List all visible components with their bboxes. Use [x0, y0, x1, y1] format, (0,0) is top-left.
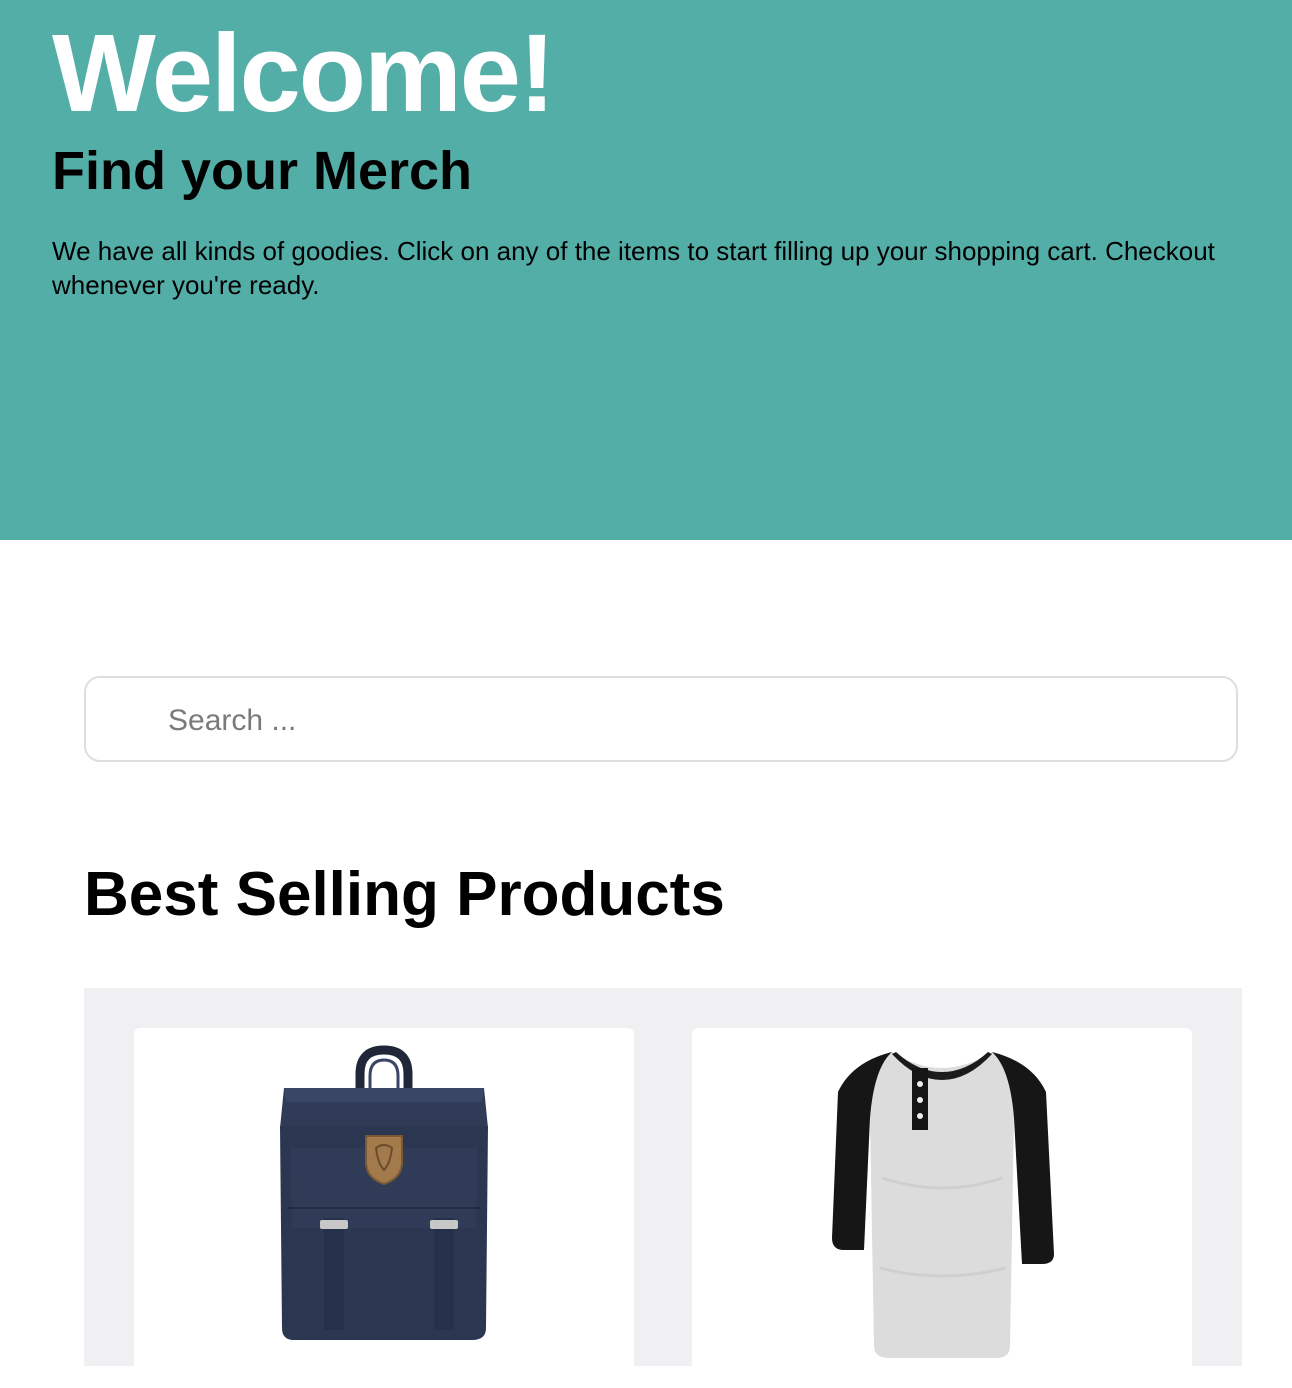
product-card-backpack[interactable] [134, 1028, 634, 1388]
hero-subtitle: Find your Merch [52, 141, 473, 201]
hero-title: Welcome! [52, 12, 556, 135]
product-card-henley-shirt[interactable] [692, 1028, 1192, 1388]
henley-shirt-image [832, 1052, 1054, 1358]
product-grid [84, 988, 1242, 1388]
hero-description: We have all kinds of goodies. Click on a… [52, 236, 1215, 300]
backpack-image [280, 1045, 488, 1340]
hero-banner: Welcome! Find your Merch We have all kin… [0, 0, 1292, 540]
search-box [84, 676, 1238, 762]
search-input[interactable] [166, 696, 1210, 746]
best-selling-heading: Best Selling Products [84, 860, 725, 929]
